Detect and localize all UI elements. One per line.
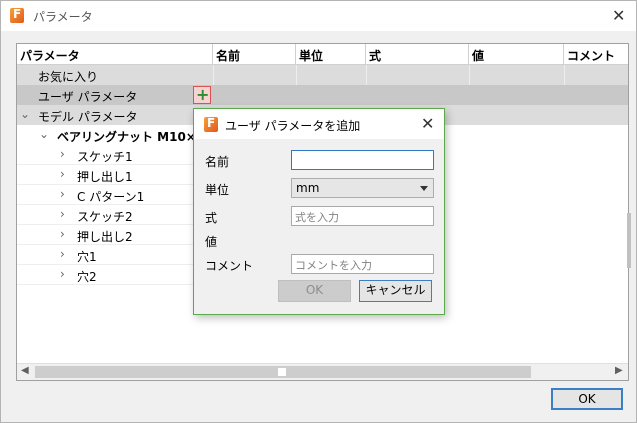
unit-label: 単位 — [205, 183, 230, 197]
feature-row[interactable]: › スケッチ1 — [17, 145, 193, 165]
add-user-parameter-dialog: ユーザ パラメータを追加 ✕ 名前 単位 mm 式 式を入力 値 コメント コメ… — [193, 108, 445, 315]
window-title: パラメータ — [33, 10, 93, 24]
unit-select-value: mm — [296, 181, 320, 195]
favorites-row[interactable]: お気に入り — [17, 65, 628, 85]
chevron-right-icon[interactable]: › — [60, 167, 65, 181]
add-user-parameter-button[interactable]: + — [193, 85, 211, 104]
main-ok-button[interactable]: OK — [551, 388, 623, 410]
value-label: 値 — [205, 235, 218, 249]
table-header: パラメータ 名前 単位 式 値 コメント — [17, 44, 628, 65]
plus-icon: + — [196, 85, 210, 104]
feature-row[interactable]: › 押し出し1 — [17, 165, 193, 185]
favorites-label: お気に入り — [38, 70, 99, 84]
chevron-down-icon[interactable]: ⌄ — [39, 127, 49, 141]
feature-row[interactable]: › スケッチ2 — [17, 205, 193, 225]
chevron-right-icon[interactable]: › — [60, 247, 65, 261]
chevron-right-icon[interactable]: › — [60, 207, 65, 221]
fusion-app-icon — [204, 116, 218, 132]
feature-label: スケッチ1 — [77, 150, 133, 164]
feature-row[interactable]: › 押し出し2 — [17, 225, 193, 245]
dialog-ok-button[interactable]: OK — [278, 280, 351, 302]
column-header-unit[interactable]: 単位 — [296, 44, 366, 65]
dialog-cancel-button[interactable]: キャンセル — [359, 280, 432, 302]
name-input[interactable] — [291, 150, 434, 170]
unit-select[interactable]: mm — [291, 178, 434, 198]
scrollbar-grip — [278, 368, 286, 376]
expression-input[interactable]: 式を入力 — [291, 206, 434, 226]
feature-row[interactable]: › C パターン1 — [17, 185, 193, 205]
window-titlebar: パラメータ ✕ — [1, 1, 636, 31]
model-parameters-label: モデル パラメータ — [38, 110, 138, 124]
scroll-right-icon[interactable]: ▶ — [615, 365, 623, 376]
dropdown-arrow-icon — [420, 186, 428, 191]
column-header-parameter[interactable]: パラメータ — [17, 44, 213, 65]
feature-label: 押し出し2 — [77, 230, 133, 244]
comment-input[interactable]: コメントを入力 — [291, 254, 434, 274]
feature-label: スケッチ2 — [77, 210, 133, 224]
column-header-name[interactable]: 名前 — [213, 44, 296, 65]
feature-row[interactable]: › 穴1 — [17, 245, 193, 265]
scroll-left-icon[interactable]: ◀ — [21, 365, 29, 376]
chevron-right-icon[interactable]: › — [60, 147, 65, 161]
expression-label: 式 — [205, 211, 218, 225]
column-header-comment[interactable]: コメント — [564, 44, 628, 65]
feature-label: 穴1 — [77, 250, 97, 264]
dialog-close-icon[interactable]: ✕ — [421, 116, 434, 132]
column-header-value[interactable]: 値 — [469, 44, 564, 65]
comment-label: コメント — [205, 259, 254, 273]
chevron-right-icon[interactable]: › — [60, 227, 65, 241]
parameters-window: パラメータ ✕ パラメータ 名前 単位 式 値 コメント お気に入り ユーザ パ… — [0, 0, 637, 423]
feature-label: C パターン1 — [77, 190, 145, 204]
feature-label: 穴2 — [77, 270, 97, 284]
user-parameters-row[interactable]: ユーザ パラメータ + — [17, 85, 628, 105]
dialog-titlebar: ユーザ パラメータを追加 ✕ — [194, 109, 444, 139]
horizontal-scrollbar[interactable]: ◀ ▶ — [17, 363, 628, 380]
feature-row[interactable]: › 穴2 — [17, 265, 193, 285]
resize-grip[interactable] — [627, 213, 631, 268]
chevron-right-icon[interactable]: › — [60, 187, 65, 201]
chevron-right-icon[interactable]: › — [60, 267, 65, 281]
column-header-expression[interactable]: 式 — [366, 44, 469, 65]
name-label: 名前 — [205, 155, 230, 169]
fusion-app-icon — [10, 7, 24, 23]
window-close-icon[interactable]: ✕ — [612, 8, 625, 24]
user-parameters-label: ユーザ パラメータ — [38, 90, 138, 104]
chevron-down-icon[interactable]: ⌄ — [20, 107, 30, 121]
dialog-title: ユーザ パラメータを追加 — [225, 119, 361, 133]
feature-label: 押し出し1 — [77, 170, 133, 184]
